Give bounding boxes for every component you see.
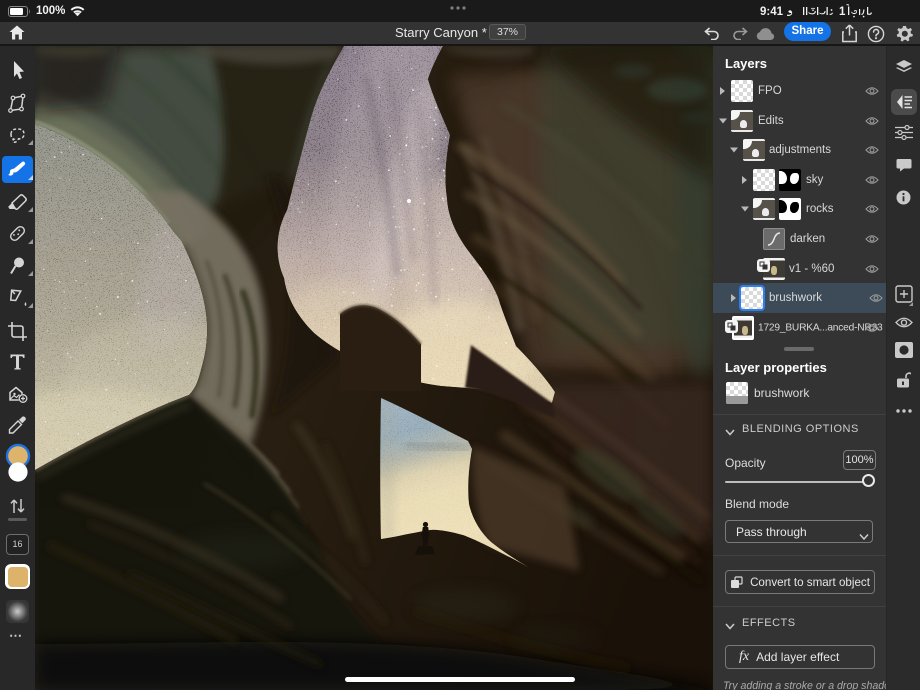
svg-text:9:41: 9:41 (760, 6, 784, 18)
svg-text:1: 1 (839, 6, 846, 18)
